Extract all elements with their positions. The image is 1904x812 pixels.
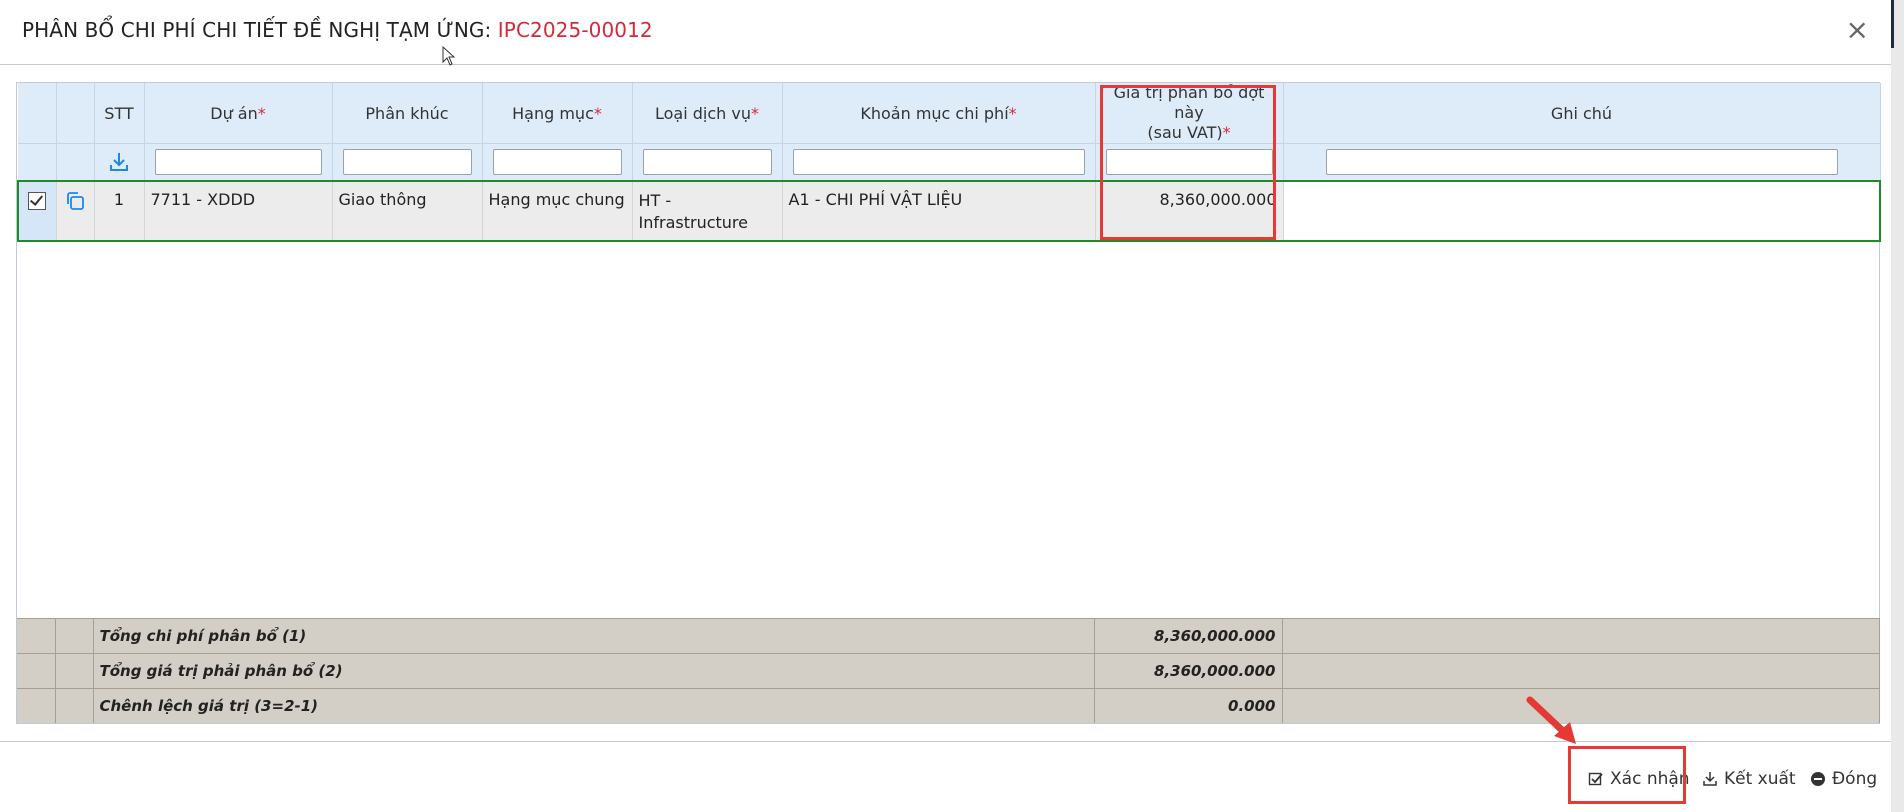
header-hang-muc[interactable]: Hạng mục* bbox=[482, 83, 633, 144]
copy-icon[interactable] bbox=[64, 190, 86, 212]
download-icon bbox=[1703, 772, 1717, 786]
summary-value: 8,360,000.000 bbox=[1094, 617, 1283, 653]
filter-stt bbox=[94, 143, 145, 182]
summary-row: Tổng giá trị phải phân bổ (2) 8,360,000.… bbox=[17, 652, 1880, 688]
filter-copy bbox=[56, 143, 95, 182]
row-checkbox-cell[interactable] bbox=[17, 180, 57, 242]
arrow-annotation-icon bbox=[1526, 696, 1576, 744]
row-copy-cell bbox=[56, 180, 95, 242]
header-phan-khuc[interactable]: Phân khúc bbox=[332, 83, 483, 144]
filter-gia-tri-input[interactable] bbox=[1105, 149, 1273, 175]
header-select bbox=[18, 83, 57, 144]
check-square-icon bbox=[1588, 772, 1603, 786]
allocation-grid: STT Dự án* Phân khúc Hạng mục* Loại dịch… bbox=[16, 82, 1881, 724]
summary-table: Tổng chi phí phân bổ (1) 8,360,000.000 T… bbox=[17, 617, 1880, 723]
filter-phan-khuc-input[interactable] bbox=[342, 149, 472, 175]
dialog-title: PHÂN BỔ CHI PHÍ CHI TIẾT ĐỀ NGHỊ TẠM ỨNG… bbox=[22, 18, 653, 42]
cell-loai-dich-vu[interactable]: HT - Infrastructure bbox=[632, 180, 783, 242]
filter-hang-muc bbox=[482, 143, 633, 182]
summary-row: Tổng chi phí phân bổ (1) 8,360,000.000 bbox=[17, 617, 1880, 653]
filter-hang-muc-input[interactable] bbox=[492, 149, 622, 175]
close-button[interactable]: Đóng bbox=[1810, 769, 1877, 789]
confirm-button[interactable]: Xác nhận bbox=[1588, 769, 1690, 789]
filter-khoan-muc bbox=[782, 143, 1096, 182]
filter-ghi-chu bbox=[1283, 143, 1881, 182]
minus-circle-icon bbox=[1811, 772, 1825, 786]
header-stt: STT bbox=[94, 83, 145, 144]
cell-ghi-chu[interactable] bbox=[1283, 180, 1881, 242]
mouse-cursor-icon bbox=[442, 46, 456, 66]
grid-table: STT Dự án* Phân khúc Hạng mục* Loại dịch… bbox=[17, 83, 1881, 242]
header-du-an[interactable]: Dự án* bbox=[144, 83, 333, 144]
export-button[interactable]: Kết xuất bbox=[1702, 769, 1796, 789]
dialog-title-text: PHÂN BỔ CHI PHÍ CHI TIẾT ĐỀ NGHỊ TẠM ỨNG… bbox=[22, 18, 498, 42]
export-button-label: Kết xuất bbox=[1724, 769, 1796, 789]
close-button-label: Đóng bbox=[1832, 769, 1878, 789]
cell-gia-tri[interactable]: 8,360,000.000 bbox=[1095, 180, 1284, 242]
filter-loai-dich-vu bbox=[632, 143, 783, 182]
window-edge bbox=[1891, 0, 1904, 812]
footer-divider bbox=[0, 741, 1891, 742]
header-ghi-chu[interactable]: Ghi chú bbox=[1283, 83, 1881, 144]
filter-ghi-chu-input[interactable] bbox=[1325, 149, 1838, 175]
cell-du-an[interactable]: 7711 - XDDD bbox=[144, 180, 333, 242]
header-gia-tri[interactable]: Giá trị phân bổ đợt này (sau VAT)* bbox=[1095, 83, 1284, 144]
cell-phan-khuc[interactable]: Giao thông bbox=[332, 180, 483, 242]
summary-value: 0.000 bbox=[1094, 687, 1283, 723]
table-row[interactable]: 1 7711 - XDDD Giao thông Hạng mục chung … bbox=[17, 180, 1881, 242]
cell-khoan-muc[interactable]: A1 - CHI PHÍ VẬT LIỆU bbox=[782, 180, 1096, 242]
filter-select bbox=[18, 143, 57, 182]
close-icon[interactable]: × bbox=[1846, 16, 1869, 44]
summary-value: 8,360,000.000 bbox=[1094, 652, 1283, 688]
cell-hang-muc[interactable]: Hạng mục chung bbox=[482, 180, 633, 242]
filter-khoan-muc-input[interactable] bbox=[792, 149, 1085, 175]
filter-du-an-input[interactable] bbox=[154, 149, 322, 175]
summary-row: Chênh lệch giá trị (3=2-1) 0.000 bbox=[17, 687, 1880, 723]
filter-loai-dich-vu-input[interactable] bbox=[642, 149, 772, 175]
filter-phan-khuc bbox=[332, 143, 483, 182]
dialog-header: PHÂN BỔ CHI PHÍ CHI TIẾT ĐỀ NGHỊ TẠM ỨNG… bbox=[0, 0, 1891, 65]
filter-gia-tri bbox=[1095, 143, 1284, 182]
filter-du-an bbox=[144, 143, 333, 182]
cell-stt: 1 bbox=[94, 180, 145, 242]
summary-label: Chênh lệch giá trị (3=2-1) bbox=[93, 687, 1095, 723]
header-copy bbox=[56, 83, 95, 144]
row-checkbox[interactable] bbox=[28, 192, 47, 210]
header-loai-dich-vu[interactable]: Loại dịch vụ* bbox=[632, 83, 783, 144]
header-khoan-muc[interactable]: Khoản mục chi phí* bbox=[782, 83, 1096, 144]
summary-label: Tổng chi phí phân bổ (1) bbox=[93, 617, 1095, 653]
summary-label: Tổng giá trị phải phân bổ (2) bbox=[93, 652, 1095, 688]
confirm-button-label: Xác nhận bbox=[1610, 769, 1690, 789]
download-icon[interactable] bbox=[108, 151, 130, 173]
dialog-title-code: IPC2025-00012 bbox=[497, 18, 653, 42]
